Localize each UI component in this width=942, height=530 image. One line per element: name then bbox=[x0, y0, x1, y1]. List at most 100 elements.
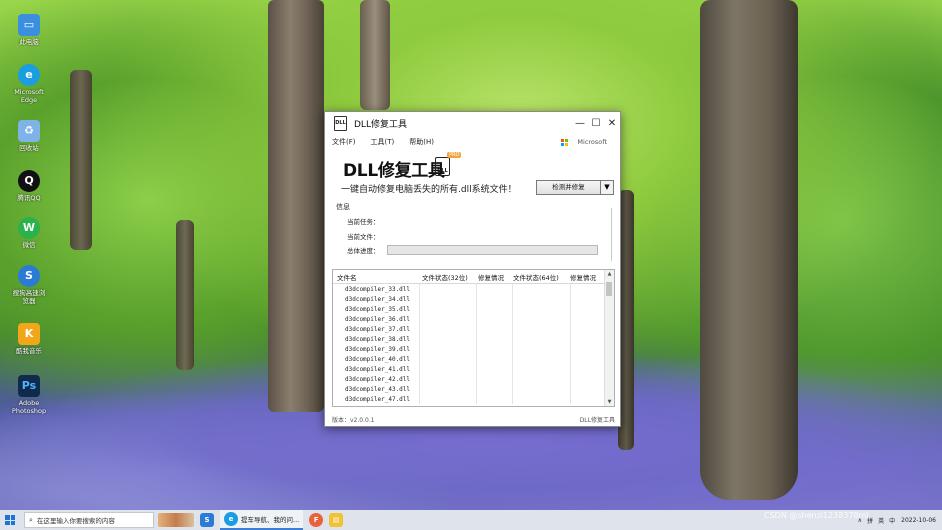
table-cell bbox=[512, 344, 570, 354]
taskbar-edge-task[interactable]: e 提车导航、我的问... bbox=[220, 510, 304, 530]
app-icon: DLL bbox=[334, 116, 347, 131]
photoshop-icon: Ps bbox=[18, 375, 40, 397]
table-cell bbox=[570, 354, 608, 364]
dll-filename-cell: d3dcompiler_41.dll bbox=[345, 365, 411, 373]
table-row[interactable]: d3dcompiler_41.dll bbox=[333, 364, 614, 374]
desktop-icon-computer[interactable]: ▭ 此电脑 bbox=[10, 14, 48, 46]
table-scrollbar[interactable]: ▲ ▼ bbox=[604, 270, 614, 406]
table-cell bbox=[512, 284, 570, 294]
table-cell bbox=[476, 374, 512, 384]
menu-tools[interactable]: 工具(T) bbox=[371, 137, 395, 147]
table-cell bbox=[476, 334, 512, 344]
table-cell bbox=[512, 314, 570, 324]
table-cell bbox=[419, 314, 476, 324]
table-row[interactable]: d3dcompiler_40.dll bbox=[333, 354, 614, 364]
tree-trunk bbox=[268, 0, 324, 412]
table-row[interactable]: d3dcompiler_33.dll bbox=[333, 284, 614, 294]
desktop-icon-photoshop[interactable]: Ps Adobe Photoshop bbox=[10, 375, 48, 415]
table-cell bbox=[512, 354, 570, 364]
dll-filename-cell: d3dcompiler_39.dll bbox=[345, 345, 411, 353]
table-cell bbox=[570, 294, 608, 304]
desktop-icon-qq[interactable]: Q 腾讯QQ bbox=[10, 170, 48, 202]
column-header-status-64[interactable]: 文件状态(64位) bbox=[510, 272, 567, 282]
desktop-icon-sogou-browser[interactable]: S 搜狗高速浏览器 bbox=[10, 265, 48, 305]
file-explorer-icon[interactable]: ▤ bbox=[329, 513, 344, 527]
dll-file-table: 文件名 文件状态(32位) 修复情况 文件状态(64位) 修复情况 d3dcom… bbox=[332, 269, 615, 407]
table-cell bbox=[570, 394, 608, 404]
microsoft-label: Microsoft bbox=[577, 138, 607, 146]
table-row[interactable]: d3dcompiler_38.dll bbox=[333, 334, 614, 344]
table-cell bbox=[512, 294, 570, 304]
overall-progress-bar bbox=[387, 245, 598, 255]
sogou-browser-taskbar-icon[interactable]: S bbox=[200, 513, 214, 527]
edge-icon: e bbox=[18, 64, 40, 86]
dll-filename-cell: d3dcompiler_35.dll bbox=[345, 305, 411, 313]
app-subtitle: 一键自动修复电脑丢失的所有.dll系统文件！ bbox=[341, 185, 517, 195]
column-header-status-32[interactable]: 文件状态(32位) bbox=[419, 272, 475, 282]
table-row[interactable]: d3dcompiler_34.dll bbox=[333, 294, 614, 304]
desktop-icon-wechat[interactable]: W 微信 bbox=[10, 217, 48, 249]
tree-trunk bbox=[176, 220, 194, 370]
search-placeholder: 在这里输入你要搜索的内容 bbox=[36, 517, 115, 525]
current-task-label: 当前任务： bbox=[347, 218, 380, 226]
table-row[interactable]: d3dcompiler_37.dll bbox=[333, 324, 614, 334]
table-cell bbox=[419, 394, 476, 404]
desktop-icon-recycle-bin[interactable]: ♻ 回收站 bbox=[10, 120, 48, 152]
table-row[interactable]: d3dcompiler_39.dll bbox=[333, 344, 614, 354]
table-cell bbox=[512, 334, 570, 344]
scan-repair-button[interactable]: 检测并修复 bbox=[536, 180, 601, 195]
microsoft-logo-icon bbox=[561, 138, 569, 146]
search-highlight-image[interactable] bbox=[158, 513, 194, 527]
desktop-icon-label: Adobe Photoshop bbox=[11, 399, 47, 415]
table-cell bbox=[476, 324, 512, 334]
taskbar-search-box[interactable]: ⌕ 在这里输入你要搜索的内容 bbox=[24, 512, 154, 528]
ime-chinese-indicator[interactable]: 中 bbox=[889, 516, 895, 525]
table-cell bbox=[570, 334, 608, 344]
table-header: 文件名 文件状态(32位) 修复情况 文件状态(64位) 修复情况 bbox=[333, 270, 614, 284]
taskbar-clock[interactable]: 2022-10-06 bbox=[901, 517, 936, 524]
kuwo-music-icon: K bbox=[18, 323, 40, 345]
table-cell bbox=[419, 354, 476, 364]
table-cell bbox=[476, 284, 512, 294]
dll-filename-cell: d3dcompiler_36.dll bbox=[345, 315, 411, 323]
table-row[interactable]: d3dcompiler_36.dll bbox=[333, 314, 614, 324]
version-label: 版本：v2.0.0.1 bbox=[332, 417, 375, 424]
dropdown-arrow-button[interactable]: ▼ bbox=[600, 180, 614, 195]
column-header-filename[interactable]: 文件名 bbox=[333, 272, 419, 282]
table-cell bbox=[570, 344, 608, 354]
dll-repair-window: DLL DLL修复工具 — ☐ ✕ 文件(F) 工具(T) 帮助(H) Micr… bbox=[324, 111, 621, 427]
title-bar[interactable]: DLL DLL修复工具 — ☐ ✕ bbox=[325, 112, 620, 135]
dll-filename-cell: d3dcompiler_43.dll bbox=[345, 385, 411, 393]
table-cell bbox=[419, 384, 476, 394]
tree-trunk bbox=[360, 0, 390, 110]
table-cell bbox=[476, 364, 512, 374]
minimize-button[interactable]: — bbox=[572, 118, 588, 129]
table-row[interactable]: d3dcompiler_42.dll bbox=[333, 374, 614, 384]
table-cell bbox=[570, 284, 608, 294]
ime-english-indicator[interactable]: 英 bbox=[878, 516, 884, 525]
column-header-repair-32[interactable]: 修复情况 bbox=[475, 272, 510, 282]
desktop-icon-label: 腾讯QQ bbox=[17, 194, 41, 202]
desktop-icon-edge[interactable]: e Microsoft Edge bbox=[10, 64, 48, 104]
status-bar: 版本：v2.0.0.1 DLL修复工具 bbox=[325, 412, 620, 426]
close-button[interactable]: ✕ bbox=[604, 118, 620, 129]
start-button[interactable] bbox=[0, 510, 20, 530]
table-row[interactable]: d3dcompiler_47.dll bbox=[333, 394, 614, 404]
table-row[interactable]: d3dcompiler_43.dll bbox=[333, 384, 614, 394]
table-cell bbox=[419, 374, 476, 384]
window-controls: — ☐ ✕ bbox=[572, 118, 620, 129]
menu-help[interactable]: 帮助(H) bbox=[409, 137, 434, 147]
dll-file-icon: DLL bbox=[435, 157, 450, 176]
scroll-thumb[interactable] bbox=[606, 282, 612, 296]
scroll-up-arrow-icon[interactable]: ▲ bbox=[605, 270, 614, 278]
column-header-repair-64[interactable]: 修复情况 bbox=[567, 272, 604, 282]
maximize-button[interactable]: ☐ bbox=[588, 118, 604, 129]
scroll-down-arrow-icon[interactable]: ▼ bbox=[605, 398, 614, 406]
menu-file[interactable]: 文件(F) bbox=[332, 137, 356, 147]
search-icon: ⌕ bbox=[29, 515, 33, 524]
table-cell bbox=[476, 304, 512, 314]
firefox-icon[interactable]: F bbox=[309, 513, 324, 527]
table-row[interactable]: d3dcompiler_35.dll bbox=[333, 304, 614, 314]
table-cell bbox=[570, 324, 608, 334]
desktop-icon-kuwo-music[interactable]: K 酷我音乐 bbox=[10, 323, 48, 355]
